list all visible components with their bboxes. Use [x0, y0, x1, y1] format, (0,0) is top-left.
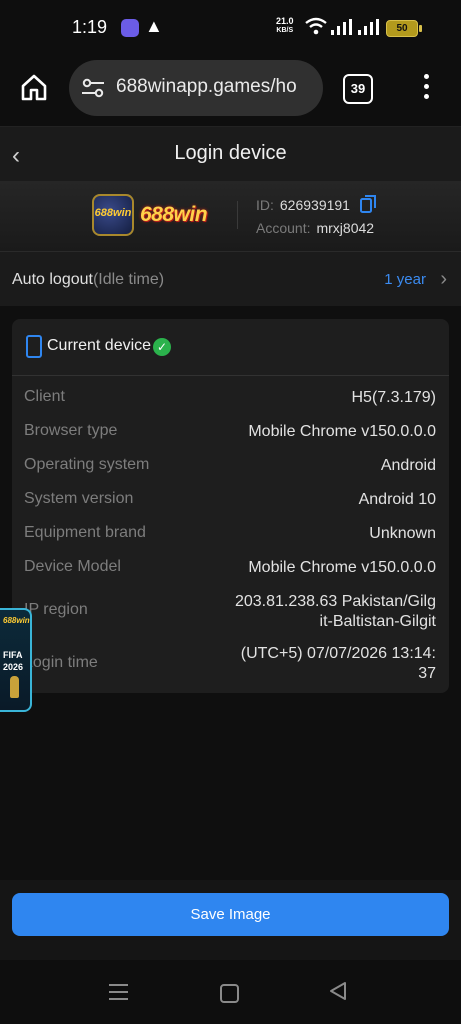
app-notification-icon [121, 19, 139, 37]
bottom-action-bar: Save Image [0, 880, 461, 960]
network-speed: 21.0 KB/S [276, 16, 294, 35]
account-banner: 688win 688win ID: 626939191 Account: mrxj8… [0, 181, 461, 252]
copy-icon[interactable] [360, 195, 377, 213]
back-nav-icon[interactable] [329, 981, 347, 1001]
auto-logout-value[interactable]: 1 year [384, 271, 426, 288]
home-nav-icon[interactable] [220, 984, 239, 1003]
current-device-card: Current device ✓ Client H5(7.3.179) Brow… [12, 319, 449, 693]
more-menu-icon[interactable] [417, 72, 437, 102]
system-nav-bar [0, 960, 461, 1024]
trophy-icon [10, 676, 19, 698]
card-title: Current device [47, 337, 152, 354]
battery-icon: 50 [386, 20, 422, 37]
signal-icon [331, 19, 352, 35]
warning-icon: ▲ [145, 16, 163, 36]
address-bar[interactable]: 688winapp.games/ho [69, 60, 323, 116]
wifi-icon [305, 17, 327, 35]
signal-icon-2 [358, 19, 379, 35]
brand-logo: 688win [140, 203, 208, 226]
status-bar: 1:19 ▲ 21.0 KB/S 50 [0, 0, 461, 54]
floating-promo-banner[interactable]: 688win FIFA 2026 [0, 608, 32, 712]
home-icon[interactable] [20, 73, 48, 101]
status-time: 1:19 [72, 17, 108, 37]
auto-logout-label: Auto logout(Idle time) [12, 271, 165, 288]
auto-logout-row[interactable]: Auto logout(Idle time) 1 year › [0, 252, 461, 306]
app-logo-icon: 688win [92, 194, 134, 236]
recent-apps-icon[interactable] [109, 984, 128, 1005]
tab-switcher-button[interactable]: 39 [343, 74, 373, 104]
phone-icon [26, 335, 42, 358]
site-settings-icon[interactable] [81, 78, 105, 98]
divider [237, 201, 238, 229]
url-text[interactable]: 688winapp.games/ho [116, 76, 297, 98]
save-image-button[interactable]: Save Image [12, 893, 449, 936]
browser-toolbar: 688winapp.games/ho 39 [0, 54, 461, 127]
check-circle-icon: ✓ [153, 338, 171, 356]
page-header: ‹ Login device [0, 127, 461, 181]
chevron-right-icon[interactable]: › [440, 268, 447, 291]
card-header: Current device ✓ [12, 319, 449, 376]
account-name: Account: mrxj8042 [256, 220, 375, 236]
user-id: ID: 626939191 [256, 197, 350, 213]
page-title: Login device [174, 142, 287, 164]
